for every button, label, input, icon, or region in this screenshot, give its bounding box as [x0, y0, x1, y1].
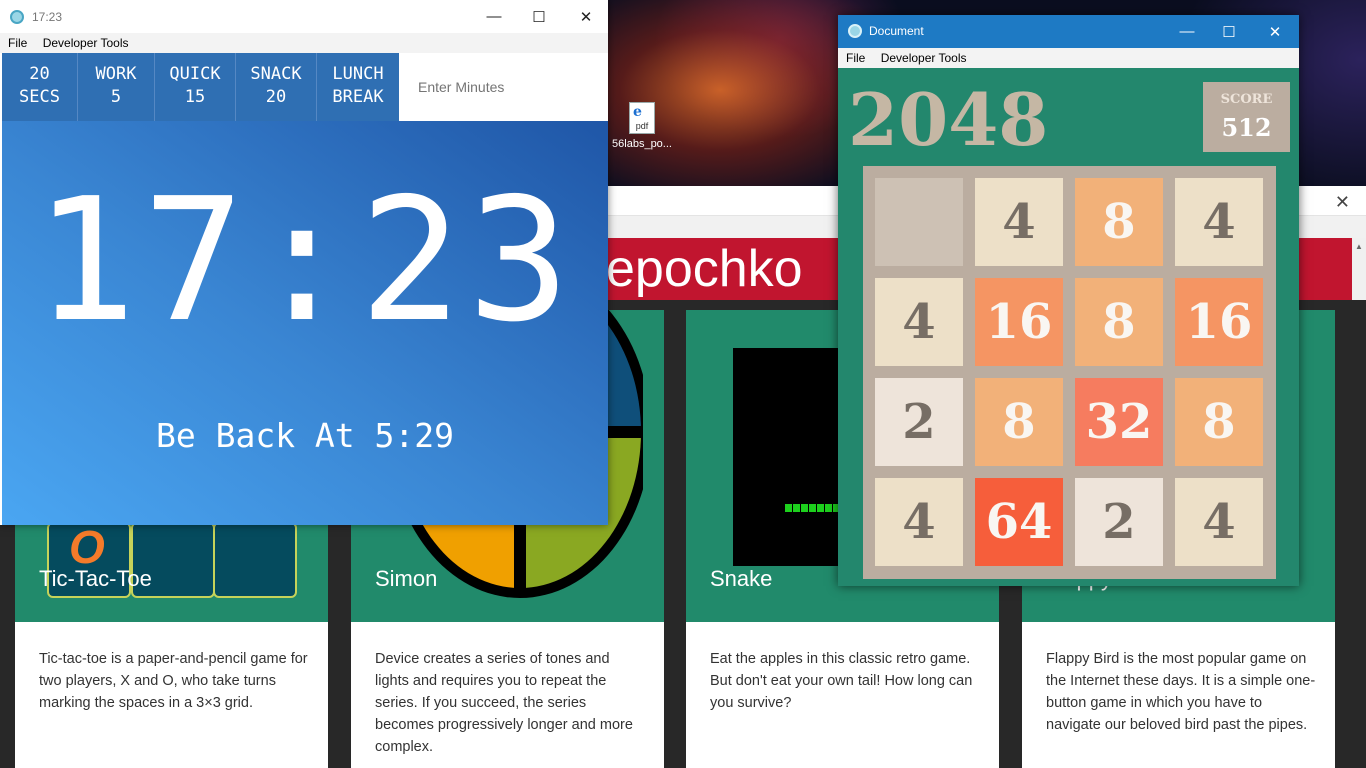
preset-lunch-break-button[interactable]: LUNCH BREAK [317, 53, 399, 121]
snake-board [733, 348, 841, 566]
minimize-icon[interactable]: — [484, 8, 504, 25]
clock-panel: 17:23 Be Back At 5:29 [2, 121, 608, 525]
desktop-pdf-file[interactable]: e pdf 56labs_po... [610, 102, 674, 162]
tile-8: 8 [975, 378, 1063, 466]
game-title: 2048 [848, 77, 1049, 162]
tile-32: 32 [1075, 378, 1163, 466]
preset-line2: SECS [19, 87, 60, 107]
menu-developer-tools[interactable]: Developer Tools [881, 51, 967, 65]
tile-4: 4 [1175, 478, 1263, 566]
tile-16: 16 [975, 278, 1063, 366]
game-titlebar[interactable]: Document — ☐ ✕ [838, 15, 1299, 48]
empty-tile [875, 178, 963, 266]
preset-work-button[interactable]: WORK 5 [78, 53, 155, 121]
timer-window[interactable]: 17:23 — ☐ ✕ File Developer Tools 20 SECS … [0, 0, 608, 525]
tile-4: 4 [1175, 178, 1263, 266]
card-description: Tic-tac-toe is a paper-and-pencil game f… [39, 651, 308, 711]
ttt-cell [213, 522, 297, 598]
preset-line1: LUNCH [332, 64, 384, 84]
game-menubar: File Developer Tools [838, 48, 1299, 68]
menu-file[interactable]: File [8, 36, 27, 50]
tile-8: 8 [1075, 178, 1163, 266]
clock-display: 17:23 [34, 162, 576, 360]
pdf-file-icon: e pdf [629, 102, 655, 134]
card-title: Snake [710, 566, 773, 591]
card-description: Flappy Bird is the most popular game on … [1046, 651, 1316, 733]
preset-line1: 20 [29, 64, 50, 84]
card-title: Simon [375, 566, 438, 591]
timer-menubar: File Developer Tools [0, 33, 608, 53]
card-title: Tic-Tac-Toe [39, 566, 152, 591]
tile-2: 2 [1075, 478, 1163, 566]
tile-16: 16 [1175, 278, 1263, 366]
timer-titlebar[interactable]: 17:23 — ☐ ✕ [0, 0, 608, 33]
preset-line1: SNACK [250, 64, 302, 84]
window-title: Document [869, 24, 924, 38]
card-description: Eat the apples in this classic retro gam… [710, 651, 973, 711]
preset-line2: 20 [265, 87, 287, 107]
app-atom-icon [848, 24, 862, 38]
close-icon[interactable]: ✕ [576, 8, 596, 26]
preset-line2: 15 [184, 87, 206, 107]
score-box: SCORE 512 [1203, 82, 1290, 152]
tile-2: 2 [875, 378, 963, 466]
tile-4: 4 [875, 278, 963, 366]
maximize-icon[interactable]: ☐ [529, 8, 549, 26]
close-icon[interactable]: ✕ [1265, 23, 1285, 41]
scroll-up-icon[interactable]: ▲ [1355, 242, 1363, 251]
preset-line2: BREAK [332, 87, 384, 107]
app-atom-icon [10, 10, 24, 24]
preset-20-secs-button[interactable]: 20 SECS [2, 53, 78, 121]
be-back-text: Be Back At 5:29 [155, 416, 454, 455]
tile-4: 4 [875, 478, 963, 566]
preset-line2: 5 [110, 87, 122, 107]
maximize-icon[interactable]: ☐ [1219, 23, 1239, 41]
tile-8: 8 [1175, 378, 1263, 466]
preset-snack-button[interactable]: SNACK 20 [236, 53, 317, 121]
window-title: 17:23 [32, 10, 63, 24]
tile-64: 64 [975, 478, 1063, 566]
menu-developer-tools[interactable]: Developer Tools [43, 36, 129, 50]
preset-line1: QUICK [169, 64, 221, 84]
minutes-input[interactable] [399, 53, 608, 121]
menu-file[interactable]: File [846, 51, 865, 65]
tile-4: 4 [975, 178, 1063, 266]
preset-buttons: 20 SECS WORK 5 QUICK 15 SNACK 20 LUNCH BREAK [2, 53, 399, 121]
preset-quick-button[interactable]: QUICK 15 [155, 53, 236, 121]
snake-body [785, 504, 841, 512]
tile-8: 8 [1075, 278, 1163, 366]
browser-close-icon[interactable]: ✕ [1335, 192, 1350, 213]
score-value: 512 [1221, 113, 1272, 142]
game-2048-window[interactable]: Document — ☐ ✕ File Developer Tools 2048… [838, 15, 1299, 586]
score-label: SCORE [1220, 92, 1273, 107]
card-description: Device creates a series of tones and lig… [375, 651, 633, 755]
desktop-file-label: 56labs_po... [612, 138, 672, 150]
game-board[interactable]: 4 8 4 4 16 8 16 2 8 32 8 4 64 2 4 [863, 166, 1276, 579]
preset-line1: WORK [95, 64, 137, 84]
minimize-icon[interactable]: — [1177, 23, 1197, 40]
